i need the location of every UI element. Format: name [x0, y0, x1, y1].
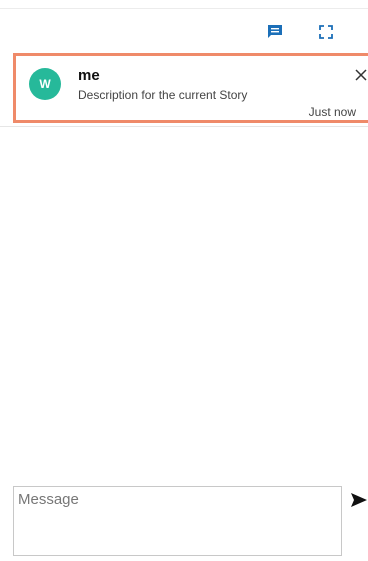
avatar: W [29, 68, 61, 100]
send-icon[interactable] [350, 491, 368, 509]
close-icon[interactable] [354, 68, 368, 82]
card-divider [0, 126, 368, 127]
story-name: me [78, 67, 100, 84]
comment-icon[interactable] [267, 24, 283, 40]
story-description: Description for the current Story [78, 88, 248, 102]
expand-icon[interactable] [318, 24, 334, 40]
top-divider [0, 8, 368, 9]
message-input[interactable] [13, 486, 342, 556]
story-timestamp: Just now [308, 105, 356, 119]
story-card[interactable]: W me Description for the current Story J… [13, 53, 368, 123]
